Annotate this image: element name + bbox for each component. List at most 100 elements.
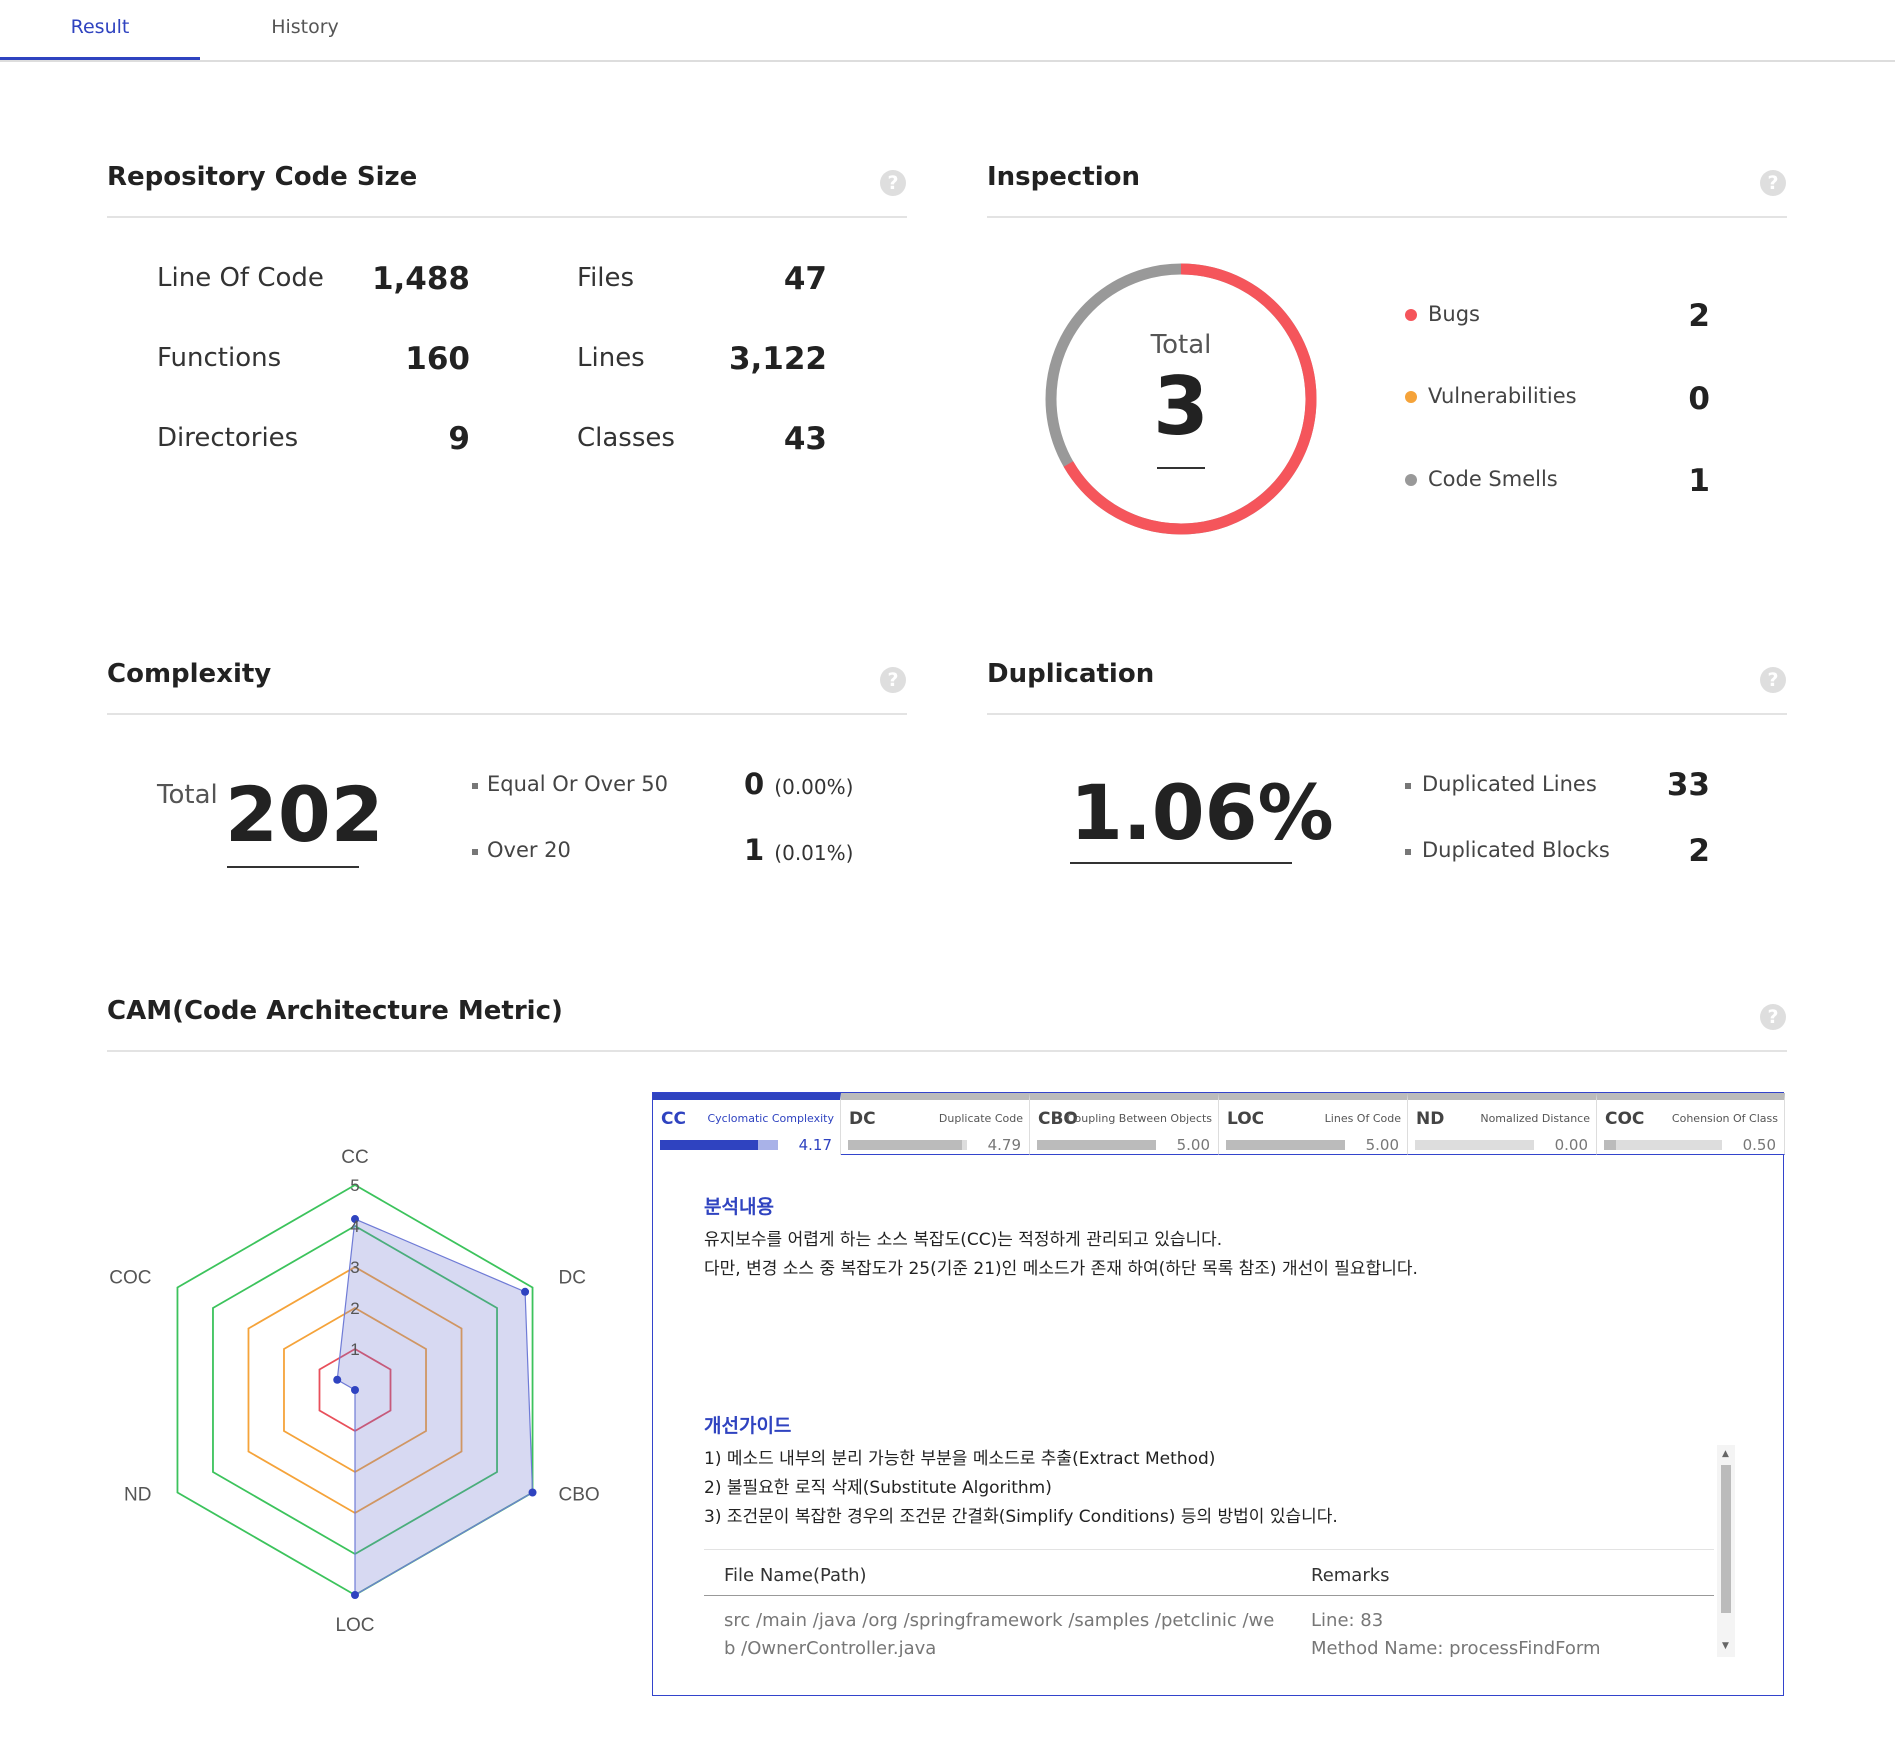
radar-tick-label: 3 [350, 1258, 359, 1277]
question-circle-icon[interactable]: ? [1760, 1004, 1786, 1030]
guide-line: 3) 조건문이 복잡한 경우의 조건문 간결화(Simplify Conditi… [704, 1507, 1338, 1527]
bullet-icon [472, 849, 478, 855]
radar-tick-label: 4 [350, 1217, 359, 1236]
metric-bar-fill [848, 1140, 962, 1150]
analysis-line: 유지보수를 어렵게 하는 소스 복잡도(CC)는 적정하게 관리되고 있습니다. [704, 1230, 1223, 1250]
duplicated-lines-value: 33 [1666, 767, 1710, 803]
scrollbar-thumb[interactable] [1721, 1465, 1731, 1613]
radar-point [528, 1488, 537, 1497]
metric-value: 0.50 [1742, 1136, 1776, 1154]
metric-value: 4.79 [987, 1136, 1021, 1154]
remark-line: Line: 83 [1311, 1610, 1384, 1631]
functions-label: Functions [157, 343, 282, 373]
divider [704, 1595, 1714, 1596]
metric-bar-fill [1037, 1140, 1156, 1150]
lines-value: 3,122 [728, 341, 827, 377]
metric-description: Cyclomatic Complexity [707, 1112, 834, 1125]
divider [107, 216, 907, 218]
total-underline [227, 866, 359, 868]
metric-description: Lines Of Code [1324, 1112, 1401, 1125]
code-smells-dot-icon [1405, 474, 1417, 486]
metric-bar [1226, 1140, 1345, 1150]
metric-bar-fill [660, 1140, 759, 1150]
classes-value: 43 [783, 421, 827, 457]
tab-history[interactable]: History [200, 0, 410, 60]
table-row[interactable]: src /main /java /org /springframework /s… [724, 1607, 1274, 1657]
metric-name: COC [1605, 1109, 1645, 1129]
duplicated-blocks-value: 2 [1688, 833, 1710, 869]
total-underline [1157, 467, 1205, 469]
tab-metric-cc[interactable]: CC Cyclomatic Complexity 4.17 [653, 1093, 841, 1155]
classes-label: Classes [577, 423, 675, 453]
bugs-dot-icon [1405, 309, 1417, 321]
complexity-title: Complexity [107, 659, 272, 689]
inspection-total-value: 3 [1153, 360, 1209, 453]
divider [987, 216, 1787, 218]
question-circle-icon[interactable]: ? [880, 667, 906, 693]
metric-value: 5.00 [1176, 1136, 1210, 1154]
analysis-line: 다만, 변경 소스 중 복잡도가 25(기준 21)인 메소드가 존재 하여(하… [704, 1259, 1418, 1279]
bugs-value: 2 [1688, 298, 1710, 334]
divider [704, 1549, 1714, 1550]
table-header-remarks: Remarks [1311, 1565, 1390, 1586]
scrollbar[interactable]: ▲ ▼ [1717, 1445, 1735, 1657]
question-circle-icon[interactable]: ? [1760, 170, 1786, 196]
tab-result[interactable]: Result [0, 0, 200, 60]
functions-value: 160 [405, 341, 470, 377]
radar-axis-label-coc: COC [109, 1268, 151, 1289]
radar-point [521, 1287, 530, 1296]
divider [987, 713, 1787, 715]
radar-point [333, 1375, 342, 1384]
tab-metric-cbo[interactable]: CBO Coupling Between Objects 5.00 [1030, 1093, 1219, 1155]
directories-value: 9 [448, 421, 470, 457]
vulnerabilities-dot-icon [1405, 391, 1417, 403]
file-path: b /OwnerController.java [724, 1638, 937, 1657]
line-of-code-value: 1,488 [371, 261, 470, 297]
metric-bar [1037, 1140, 1156, 1150]
metric-bar-fill [1226, 1140, 1345, 1150]
metric-value: 4.17 [798, 1136, 832, 1154]
scroll-down-icon[interactable]: ▼ [1722, 1641, 1729, 1651]
tab-metric-coc[interactable]: COC Cohension Of Class 0.50 [1597, 1093, 1785, 1155]
radar-axis-label-loc: LOC [335, 1615, 374, 1636]
code-smells-label: Code Smells [1428, 467, 1558, 491]
code-smells-value: 1 [1688, 463, 1710, 499]
file-path: src /main /java /org /springframework /s… [724, 1610, 1275, 1631]
metric-description: Nomalized Distance [1480, 1112, 1590, 1125]
remark-line: Method Name: processFindForm [1311, 1638, 1601, 1657]
tab-metric-dc[interactable]: DC Duplicate Code 4.79 [841, 1093, 1030, 1155]
complexity-total-label: Total [157, 780, 218, 810]
over-20-label: Over 20 [487, 838, 571, 862]
duplicated-lines-label: Duplicated Lines [1422, 772, 1597, 796]
bugs-label: Bugs [1428, 302, 1480, 326]
bullet-icon [1405, 783, 1411, 789]
metric-bar [848, 1140, 967, 1150]
bullet-icon [1405, 849, 1411, 855]
vulnerabilities-value: 0 [1688, 381, 1710, 417]
scroll-up-icon[interactable]: ▲ [1722, 1449, 1729, 1459]
complexity-total-value: 202 [225, 770, 384, 859]
metric-name: DC [849, 1109, 876, 1129]
analysis-title: 분석내용 [704, 1196, 774, 1218]
guide-scroll-area: 1) 메소드 내부의 분리 가능한 부분을 메소드로 추출(Extract Me… [704, 1445, 1750, 1657]
metric-description: Coupling Between Objects [1066, 1112, 1212, 1125]
metric-bar [1415, 1140, 1534, 1150]
metric-value: 0.00 [1554, 1136, 1588, 1154]
metric-name: CC [661, 1109, 686, 1129]
duplication-title: Duplication [987, 659, 1155, 689]
radar-point [351, 1386, 359, 1394]
metric-name: ND [1416, 1109, 1445, 1129]
duplication-percent: 1.06% [1070, 768, 1334, 857]
code-size-title: Repository Code Size [107, 162, 418, 192]
radar-axis-label-nd: ND [124, 1485, 151, 1506]
radar-point [351, 1591, 359, 1599]
question-circle-icon[interactable]: ? [1760, 667, 1786, 693]
divider [107, 713, 907, 715]
radar-tick-label: 1 [350, 1340, 359, 1359]
tab-metric-nd[interactable]: ND Nomalized Distance 0.00 [1408, 1093, 1597, 1155]
tab-metric-loc[interactable]: LOC Lines Of Code 5.00 [1219, 1093, 1408, 1155]
question-circle-icon[interactable]: ? [880, 170, 906, 196]
table-header-path: File Name(Path) [724, 1565, 867, 1586]
metric-value: 5.00 [1365, 1136, 1399, 1154]
metric-bar [660, 1140, 778, 1150]
